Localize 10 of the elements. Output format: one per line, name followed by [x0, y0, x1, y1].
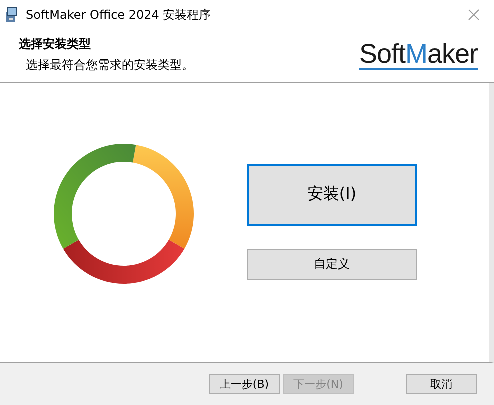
installer-icon	[4, 7, 20, 23]
page-title: 选择安装类型	[19, 36, 92, 53]
close-icon[interactable]	[468, 9, 480, 21]
window-title: SoftMaker Office 2024 安装程序	[26, 6, 212, 24]
page-subtitle: 选择最符合您需求的安装类型。	[26, 57, 194, 74]
footer-button[interactable]: 取消	[406, 374, 477, 394]
option-button[interactable]: 自定义	[247, 248, 417, 280]
footer-button[interactable]: 上一步(B)	[209, 374, 280, 394]
option-button[interactable]: 安装(I)	[247, 164, 417, 226]
company-logo: SoftMaker	[359, 40, 478, 70]
